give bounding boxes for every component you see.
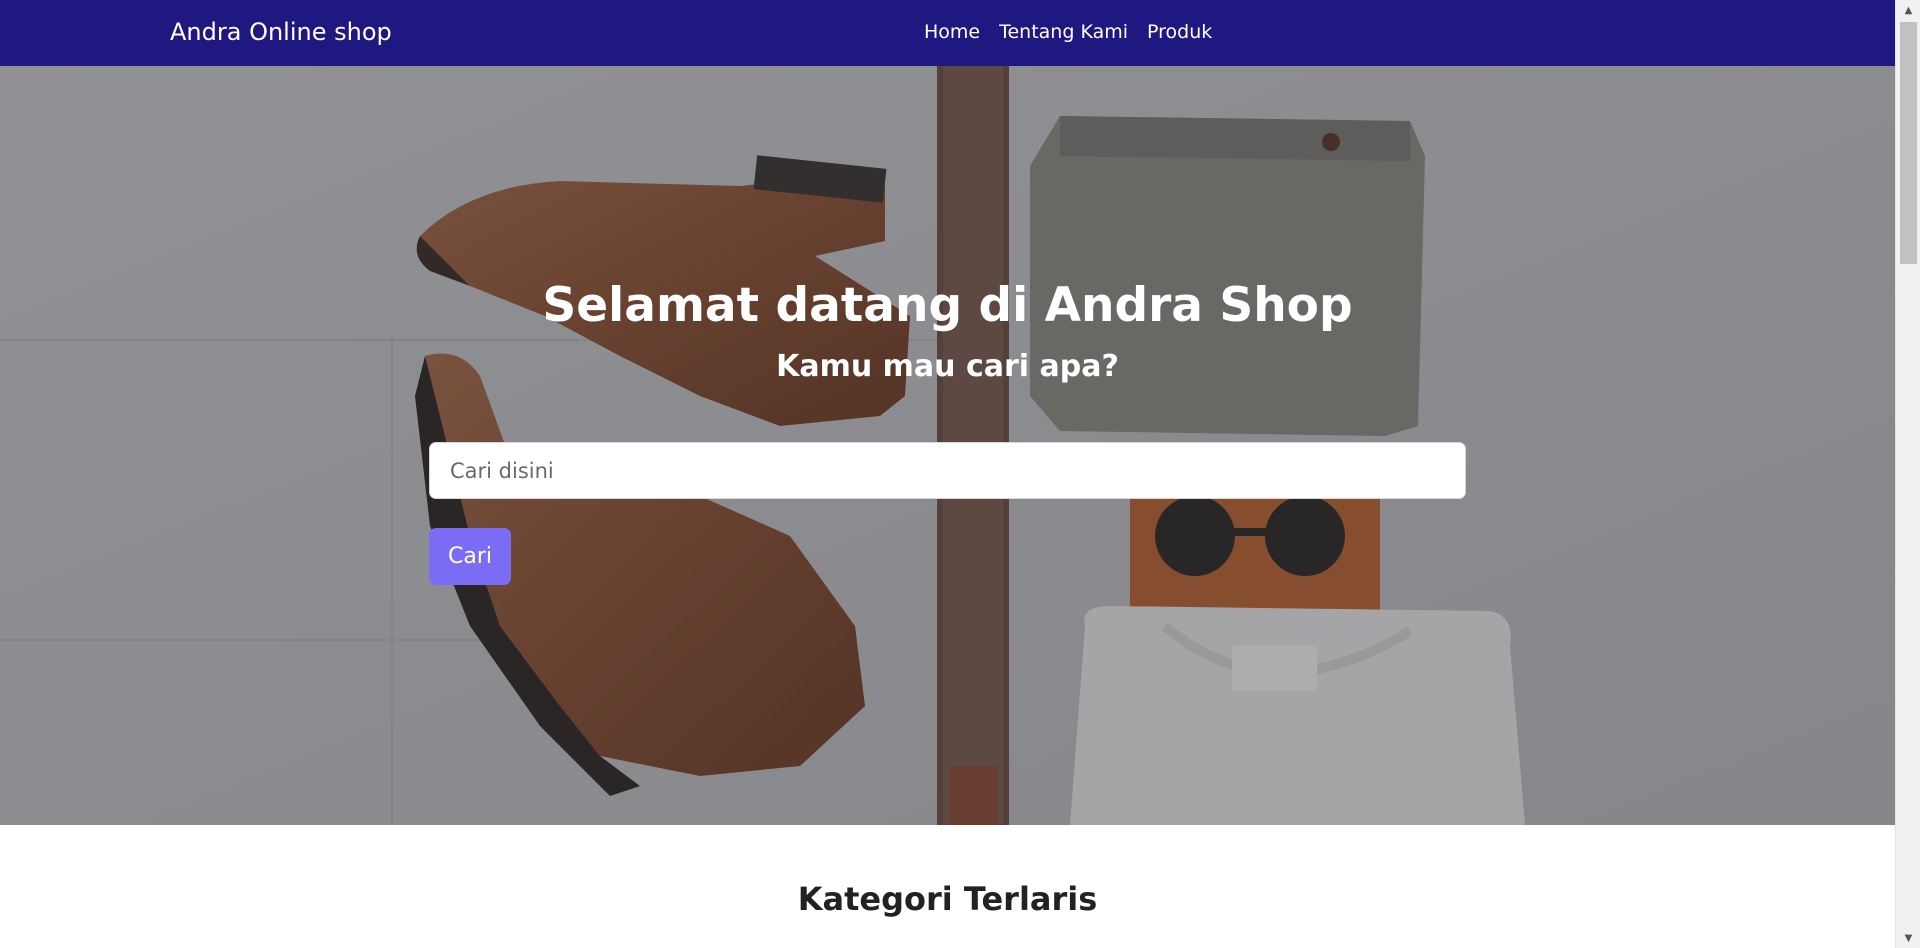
nav-link-home[interactable]: Home — [924, 21, 980, 43]
search-button[interactable]: Cari — [429, 528, 511, 585]
nav-links: Home Tentang Kami Produk — [924, 21, 1212, 43]
kategori-terlaris-heading: Kategori Terlaris — [797, 880, 1098, 918]
navbar: Andra Online shop Home Tentang Kami Prod… — [0, 0, 1895, 66]
scrollbar-thumb[interactable] — [1900, 22, 1917, 264]
hero-banner: Selamat datang di Andra Shop Kamu mau ca… — [0, 66, 1895, 825]
hero-subtitle: Kamu mau cari apa? — [776, 349, 1119, 384]
triangle-down-icon[interactable]: ▼ — [1896, 928, 1920, 948]
nav-link-tentang-kami[interactable]: Tentang Kami — [999, 21, 1128, 43]
vertical-scrollbar[interactable]: ▲ ▼ — [1895, 0, 1920, 948]
page: Andra Online shop Home Tentang Kami Prod… — [0, 0, 1895, 948]
brand-link[interactable]: Andra Online shop — [170, 18, 392, 46]
nav-link-produk[interactable]: Produk — [1147, 21, 1212, 43]
search-input[interactable] — [429, 442, 1466, 499]
hero-title: Selamat datang di Andra Shop — [542, 278, 1353, 333]
triangle-up-icon[interactable]: ▲ — [1896, 0, 1920, 20]
